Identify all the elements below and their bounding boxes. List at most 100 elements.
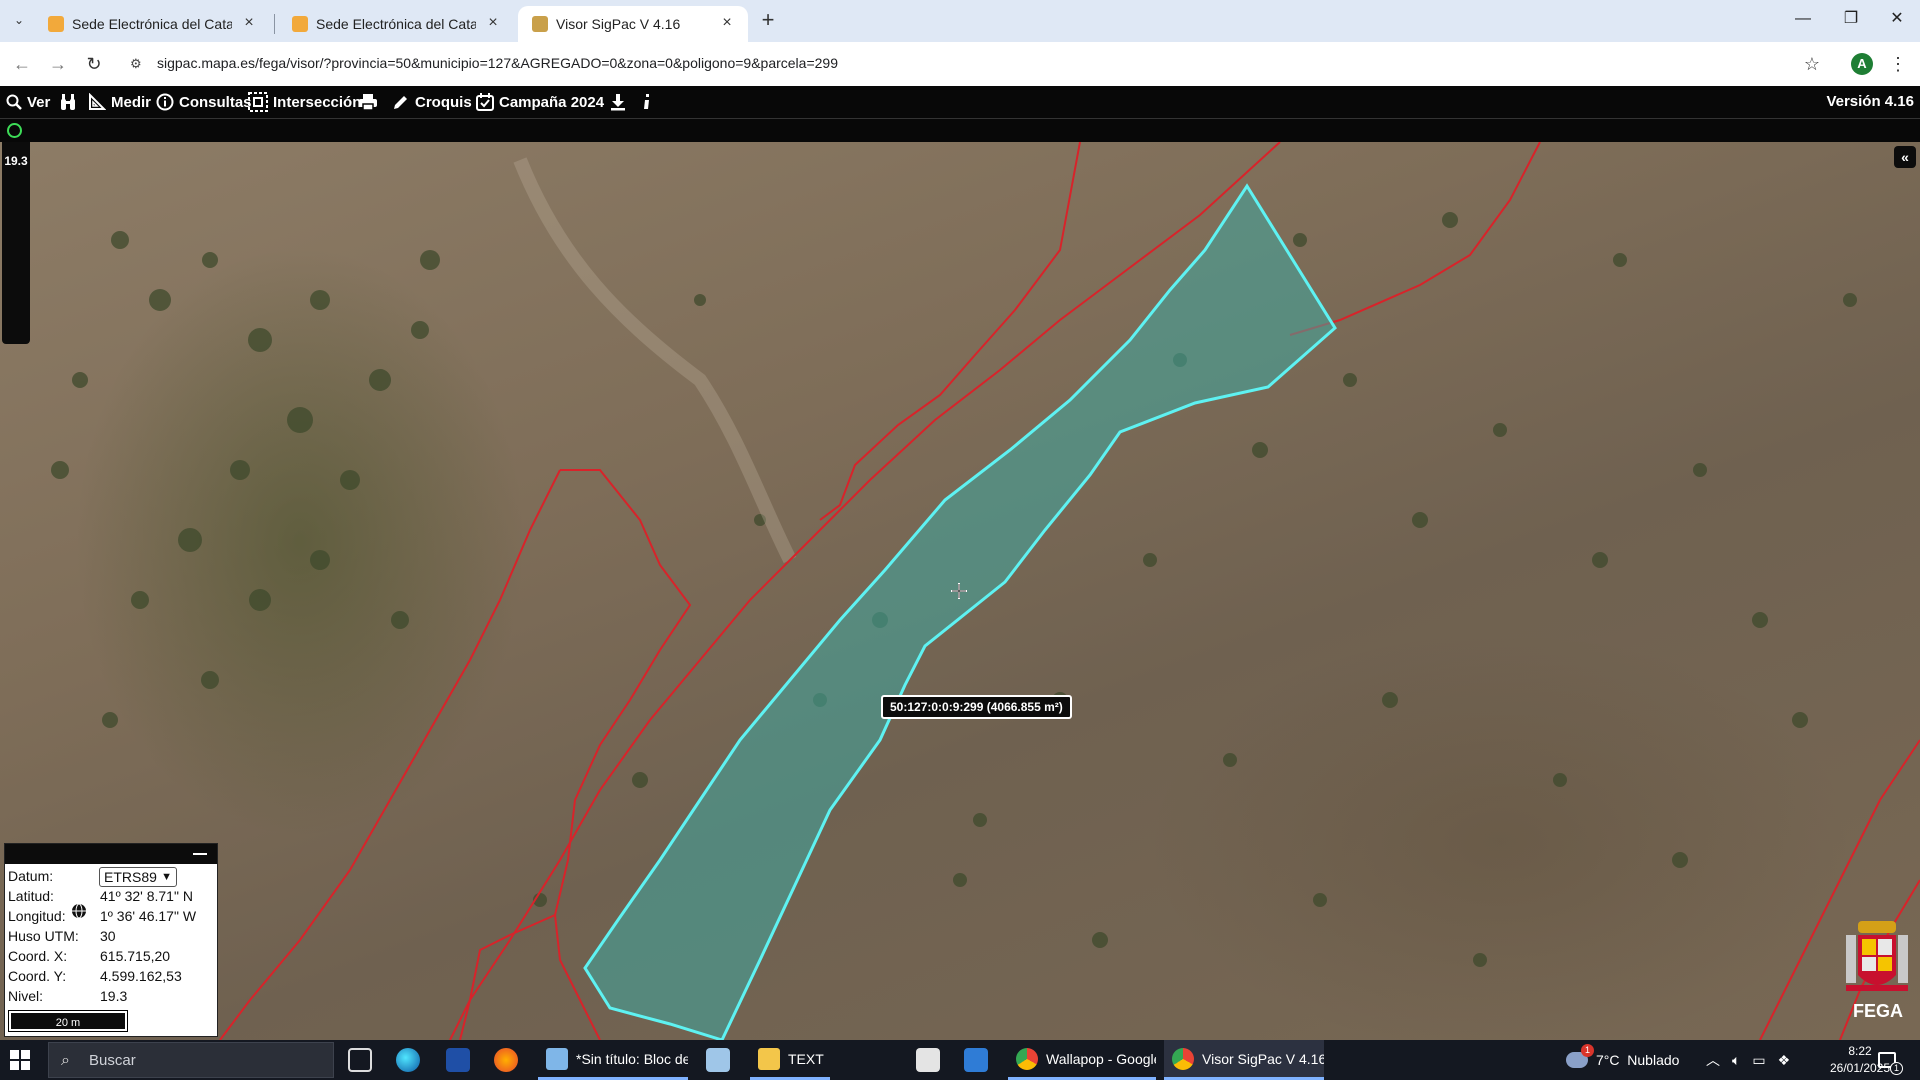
nivel-row: Nivel: 19.3 <box>8 988 127 1004</box>
taskbar-text-folder[interactable]: TEXT <box>750 1040 830 1080</box>
weather-widget[interactable]: 1 7°C Nublado <box>1566 1040 1679 1080</box>
ver-label: Ver <box>27 93 51 111</box>
url-text[interactable]: sigpac.mapa.es/fega/visor/?provincia=50&… <box>157 55 838 71</box>
store-icon[interactable] <box>446 1048 470 1072</box>
coord-y-value: 4.599.162,53 <box>100 968 182 984</box>
consultas-button[interactable]: Consultas <box>156 92 252 112</box>
panel-header <box>5 844 217 864</box>
ruler-icon <box>89 93 106 110</box>
notification-center[interactable]: 1 <box>1878 1040 1903 1080</box>
browser-toolbar: ← → ↻ ⚙ sigpac.mapa.es/fega/visor/?provi… <box>0 42 1920 86</box>
notepad-icon <box>546 1047 568 1070</box>
forward-button[interactable]: → <box>46 52 70 76</box>
zoom-level-indicator[interactable]: 19.3 <box>2 142 30 344</box>
parcel-tooltip: 50:127:0:0:9:299 (4066.855 m²) <box>881 695 1072 719</box>
tab-catastro-2[interactable]: Sede Electrónica del Catastro × <box>278 6 514 42</box>
taskbar-chrome-sigpac[interactable]: Visor SigPac V 4.16 ... <box>1164 1040 1324 1080</box>
tab-sigpac[interactable]: Visor SigPac V 4.16 × <box>518 6 748 42</box>
browser-menu-icon[interactable]: ⋮ <box>1888 52 1908 76</box>
intersection-icon <box>248 92 268 112</box>
network-icon[interactable]: ▭ <box>1752 1052 1765 1069</box>
profile-avatar[interactable]: A <box>1851 53 1873 75</box>
datum-select[interactable]: ETRS89 ▼ <box>99 867 177 887</box>
move-cursor-icon <box>951 583 967 599</box>
edge-icon[interactable] <box>396 1048 420 1072</box>
nivel-label: Nivel: <box>8 988 44 1004</box>
croquis-button[interactable]: Croquis <box>392 92 472 112</box>
site-info-icon[interactable]: ⚙ <box>130 56 146 72</box>
ver-button[interactable]: Ver <box>6 92 50 112</box>
folder-icon <box>758 1047 780 1070</box>
back-button[interactable]: ← <box>10 52 34 76</box>
medir-label: Medir <box>111 93 152 111</box>
fega-label: FEGA <box>1853 1001 1904 1021</box>
campana-label: Campaña 2024 <box>499 93 605 111</box>
medir-button[interactable]: Medir <box>88 92 151 112</box>
binoculars-button[interactable] <box>60 92 76 112</box>
paint-icon[interactable] <box>706 1048 730 1072</box>
chevron-down-icon: ▼ <box>161 871 172 883</box>
volume-icon[interactable]: 🔈︎ <box>1732 1052 1740 1069</box>
catastro-favicon-icon <box>48 16 64 32</box>
campana-button[interactable]: Campaña 2024 <box>476 92 604 112</box>
search-icon: ⌕ <box>61 1052 70 1069</box>
weather-badge: 1 <box>1581 1044 1594 1057</box>
taskbar-search[interactable]: ⌕ Buscar <box>48 1042 334 1078</box>
browser-tab-bar: ⌄ Sede Electrónica del Catastro - × Sede… <box>0 0 1920 42</box>
tab-title: Sede Electrónica del Catastro <box>316 16 476 32</box>
datum-label: Datum: <box>8 868 54 884</box>
taskbar-notepad[interactable]: *Sin título: Bloc de ... <box>538 1040 688 1080</box>
tab-catastro-1[interactable]: Sede Electrónica del Catastro - × <box>34 6 270 42</box>
version-label: Versión 4.16 <box>1826 93 1914 110</box>
reload-button[interactable]: ↻ <box>82 52 106 76</box>
print-button[interactable] <box>358 92 378 112</box>
tab-search-chevron-icon[interactable]: ⌄ <box>8 9 30 31</box>
close-icon[interactable]: × <box>718 14 736 32</box>
longitude-row: Longitud: 1º 36' 46.17" W <box>8 908 196 924</box>
address-bar[interactable]: ⚙ sigpac.mapa.es/fega/visor/?provincia=5… <box>122 49 1822 79</box>
close-icon[interactable]: × <box>484 14 502 32</box>
close-icon[interactable]: × <box>240 14 258 32</box>
longitude-label: Longitud: <box>8 908 66 924</box>
windows-start-icon[interactable] <box>10 1050 30 1070</box>
interseccion-button[interactable]: Intersección <box>248 92 361 112</box>
dropbox-icon[interactable]: ❖ <box>1778 1052 1791 1069</box>
info-circle-icon <box>156 93 174 111</box>
coord-x-value: 615.715,20 <box>100 948 171 964</box>
sigpac-toolbar: Ver Medir Consultas Intersección Croquis… <box>0 86 1920 118</box>
croquis-label: Croquis <box>415 93 472 111</box>
screen: ⌄ Sede Electrónica del Catastro - × Sede… <box>0 0 1920 1080</box>
system-tray: ︿ 🔈︎ ▭ ❖ <box>1706 1040 1790 1080</box>
tab-title: Sede Electrónica del Catastro - <box>72 16 232 32</box>
search-icon <box>6 94 22 110</box>
collapse-panel-button[interactable]: « <box>1894 146 1916 168</box>
sigpac-favicon-icon <box>532 16 548 32</box>
coord-x-row: Coord. X: 615.715,20 <box>8 948 170 964</box>
utm-zone-row: Huso UTM: 30 <box>8 928 116 944</box>
info-button[interactable] <box>642 92 652 112</box>
taskbar-chrome-wallapop[interactable]: Wallapop - Google ... <box>1008 1040 1156 1080</box>
new-tab-button[interactable]: + <box>756 8 780 32</box>
close-window-button[interactable]: ✕ <box>1882 6 1912 32</box>
selected-parcel[interactable] <box>583 183 1337 1040</box>
minimize-button[interactable]: — <box>1788 6 1818 32</box>
chevron-up-icon[interactable]: ︿ <box>1706 1050 1720 1070</box>
notification-icon: 1 <box>1878 1052 1903 1075</box>
consultas-label: Consultas <box>179 93 252 111</box>
task-view-icon[interactable] <box>348 1048 372 1072</box>
minimize-panel-icon[interactable] <box>193 853 207 855</box>
firefox-icon[interactable] <box>494 1048 518 1072</box>
latitude-value: 41º 32' 8.71" N <box>100 888 193 904</box>
latitude-label: Latitud: <box>8 888 54 904</box>
windows-taskbar: ⌕ Buscar *Sin título: Bloc de ... TEXT W… <box>0 1040 1920 1080</box>
coord-x-label: Coord. X: <box>8 948 68 964</box>
catastro-favicon-icon <box>292 16 308 32</box>
download-icon <box>611 94 625 111</box>
restore-button[interactable]: ❐ <box>1836 6 1866 32</box>
bookmark-star-icon[interactable]: ☆ <box>1800 52 1824 76</box>
latitude-row: Latitud: 41º 32' 8.71" N <box>8 888 193 904</box>
mail-icon[interactable] <box>964 1048 988 1072</box>
download-button[interactable] <box>610 92 626 112</box>
print-icon <box>359 94 377 111</box>
home-icon[interactable] <box>916 1048 940 1072</box>
